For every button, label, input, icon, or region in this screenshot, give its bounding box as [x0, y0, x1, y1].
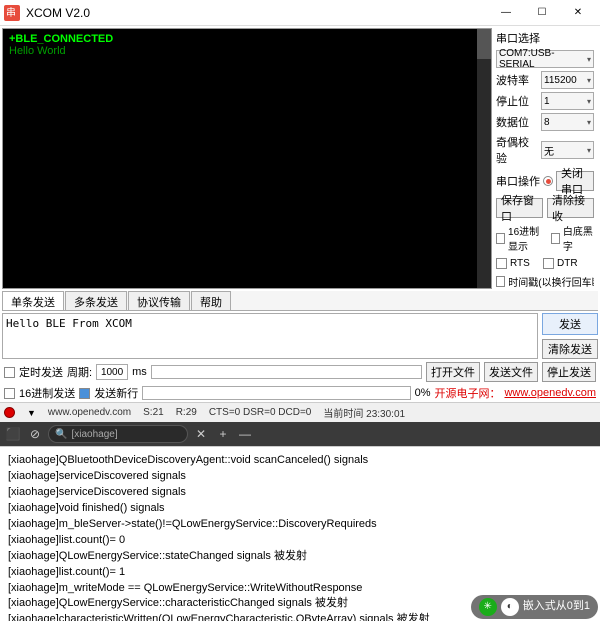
stop-select[interactable]: 1▾: [541, 92, 594, 110]
port-status-indicator: [543, 176, 553, 186]
send-button[interactable]: 发送: [542, 313, 598, 335]
hex-send-label: 16进制发送: [19, 385, 75, 401]
connection-indicator: [4, 407, 15, 418]
baud-select[interactable]: 115200▾: [541, 71, 594, 89]
clear-recv-button[interactable]: 清除接收: [547, 198, 594, 218]
data-label: 数据位: [496, 114, 538, 130]
timestamp-label: 时间戳(以换行回车断帧): [508, 274, 594, 289]
send-newline-checkbox[interactable]: [79, 388, 90, 399]
rts-checkbox[interactable]: [496, 258, 507, 269]
terminal-line: Hello World: [9, 45, 485, 57]
clear-icon[interactable]: ⊘: [26, 425, 44, 443]
port-value: COM7:USB-SERIAL: [499, 48, 587, 70]
terminal-line: +BLE_CONNECTED: [9, 33, 485, 45]
search-icon: 🔍: [55, 429, 67, 440]
port-select[interactable]: COM7:USB-SERIAL ▾: [496, 50, 594, 68]
serial-settings-panel: 串口选择 COM7:USB-SERIAL ▾ 波特率 115200▾ 停止位 1…: [494, 26, 600, 291]
port-section-label: 串口选择: [496, 30, 594, 46]
chevron-down-icon: ▾: [587, 146, 591, 155]
add-filter-icon[interactable]: +: [214, 425, 232, 443]
parity-label: 奇偶校验: [496, 134, 538, 166]
timed-send-checkbox[interactable]: [4, 367, 15, 378]
hex-display-checkbox[interactable]: [496, 233, 505, 244]
status-recv: R:29: [176, 407, 197, 418]
chevron-down-icon: ▾: [587, 76, 591, 85]
hex-send-checkbox[interactable]: [4, 388, 15, 399]
stop-icon[interactable]: ⬛: [4, 425, 22, 443]
send-tabs: 单条发送 多条发送 协议传输 帮助: [2, 291, 598, 311]
period-label: 周期:: [67, 364, 92, 380]
status-cts: CTS=0 DSR=0 DCD=0: [209, 407, 312, 418]
data-select[interactable]: 8▾: [541, 113, 594, 131]
status-time: 23:30:01: [366, 409, 405, 420]
link-prefix: 开源电子网：: [434, 385, 500, 401]
save-window-button[interactable]: 保存窗口: [496, 198, 543, 218]
console-line: [xiaohage]QLowEnergyService::stateChange…: [8, 549, 592, 565]
status-bar: ▼ www.openedv.com S:21 R:29 CTS=0 DSR=0 …: [0, 402, 600, 422]
progress-pct: 0%: [415, 387, 431, 399]
filter-text: [xiaohage]: [71, 429, 117, 440]
op-label: 串口操作: [496, 173, 540, 189]
wechat-icon: ✳: [479, 598, 497, 616]
rts-label: RTS: [510, 258, 540, 269]
debug-console: [xiaohage]QBluetoothDeviceDiscoveryAgent…: [0, 446, 600, 621]
ms-label: ms: [132, 366, 147, 378]
send-input[interactable]: [2, 313, 538, 359]
hex-display-label: 16进制显示: [508, 223, 548, 253]
console-line: [xiaohage]list.count()= 1: [8, 565, 592, 581]
send-file-button[interactable]: 发送文件: [484, 362, 538, 382]
console-line: [xiaohage]serviceDiscovered signals: [8, 485, 592, 501]
terminal-output: +BLE_CONNECTED Hello World: [2, 28, 492, 289]
watermark-text: 嵌入式从0到1: [523, 599, 590, 615]
period-input[interactable]: [96, 364, 128, 380]
avatar-icon: ◐: [501, 598, 519, 616]
timestamp-checkbox[interactable]: [496, 276, 505, 287]
title-bar: XCOM V2.0 — ☐ ✕: [0, 0, 600, 26]
timed-send-label: 定时发送: [19, 364, 63, 380]
status-sent: S:21: [143, 407, 164, 418]
open-file-button[interactable]: 打开文件: [426, 362, 480, 382]
dtr-checkbox[interactable]: [543, 258, 554, 269]
baud-label: 波特率: [496, 72, 538, 88]
console-line: [xiaohage]void finished() signals: [8, 501, 592, 517]
chevron-down-icon: ▾: [587, 55, 591, 64]
terminal-scrollbar[interactable]: [477, 29, 491, 288]
chevron-down-icon: ▾: [587, 118, 591, 127]
window-title: XCOM V2.0: [26, 6, 488, 20]
dtr-label: DTR: [557, 258, 578, 269]
maximize-button[interactable]: ☐: [524, 2, 560, 24]
remove-filter-icon[interactable]: —: [236, 425, 254, 443]
parity-select[interactable]: 无▾: [541, 141, 594, 159]
stop-send-button[interactable]: 停止发送: [542, 362, 596, 382]
toggle-port-button[interactable]: 关闭串口: [556, 171, 594, 191]
console-line: [xiaohage]serviceDiscovered signals: [8, 469, 592, 485]
white-bg-checkbox[interactable]: [551, 233, 560, 244]
minimize-button[interactable]: —: [488, 2, 524, 24]
console-line: [xiaohage]list.count()= 0: [8, 533, 592, 549]
close-button[interactable]: ✕: [560, 2, 596, 24]
tab-multi-send[interactable]: 多条发送: [65, 291, 127, 310]
send-newline-label: 发送新行: [94, 385, 138, 401]
progress-bar: [142, 386, 410, 400]
status-url[interactable]: www.openedv.com: [48, 407, 131, 418]
console-line: [xiaohage]QBluetoothDeviceDiscoveryAgent…: [8, 453, 592, 469]
chevron-down-icon: ▾: [587, 97, 591, 106]
debug-toolbar: ⬛ ⊘ 🔍 [xiaohage] ✕ + —: [0, 422, 600, 446]
tab-protocol[interactable]: 协议传输: [128, 291, 190, 310]
console-line: [xiaohage]m_bleServer->state()!=QLowEner…: [8, 517, 592, 533]
file-path-field[interactable]: [151, 365, 422, 379]
app-icon: [4, 5, 20, 21]
white-bg-label: 白底黑字: [563, 223, 594, 253]
filter-input[interactable]: 🔍 [xiaohage]: [48, 425, 188, 443]
tab-help[interactable]: 帮助: [191, 291, 231, 310]
website-link[interactable]: www.openedv.com: [504, 387, 596, 399]
clear-filter-icon[interactable]: ✕: [192, 425, 210, 443]
tab-single-send[interactable]: 单条发送: [2, 291, 64, 310]
clear-send-button[interactable]: 清除发送: [542, 339, 598, 359]
stop-label: 停止位: [496, 93, 538, 109]
watermark: ✳ ◐ 嵌入式从0到1: [471, 595, 598, 619]
